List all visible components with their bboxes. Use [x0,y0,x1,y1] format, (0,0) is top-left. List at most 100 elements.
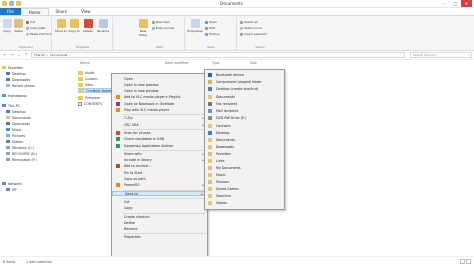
menu-item-include-in-library[interactable]: Include in library▸ [112,158,207,163]
nav-documents[interactable]: Documents [6,115,31,120]
menu-item-properties[interactable]: Properties [112,235,207,240]
file-row-audio[interactable]: Audio [78,70,94,75]
tab-file[interactable]: File [0,8,21,15]
menu-item-create-shortcut[interactable]: Create shortcut [112,214,207,219]
forward-arrow-icon[interactable]: → [9,52,15,58]
file-row-contents[interactable]: CONTENTS [78,101,102,106]
delete-button[interactable]: Delete [82,19,94,33]
column-type[interactable]: Type [212,61,220,65]
send-to-fax-recipient[interactable]: Fax recipient [205,101,284,107]
nav-pictures[interactable]: Pictures [6,133,25,138]
breadcrumb-this-pc[interactable]: This PC [34,53,45,57]
send-to-favorites[interactable]: Favorites [205,151,284,157]
nav-recent-places[interactable]: Recent places [6,83,35,88]
nav-desktop[interactable]: Desktop [6,71,26,76]
column-size[interactable]: Size [250,61,257,65]
send-to-my-documents[interactable]: My Documents [205,165,284,171]
nav-this-pc[interactable]: This PC [2,103,20,108]
new-folder-icon[interactable] [16,1,21,6]
menu-item-kaspersky-application-advisor[interactable]: Kaspersky Application Advisor [112,143,207,148]
menu-item-crc-sha[interactable]: CRC SHA▸ [112,122,207,127]
file-row-firmware[interactable]: Firmware [78,95,100,100]
menu-item-7-zip[interactable]: 7-Zip▸ [112,116,207,121]
rename-button[interactable]: Rename [96,19,110,33]
send-to-documents[interactable]: Documents [205,137,284,143]
nav-homegroup[interactable]: Homegroup [2,93,27,98]
recent-chevron-icon[interactable]: ⌄ [16,52,22,58]
send-to-compressed-zipped-folder[interactable]: Compressed (zipped) folder [205,79,284,85]
send-to-desktop[interactable]: Desktop [205,130,284,136]
open-button[interactable]: Open [205,20,217,24]
send-to-documents[interactable]: Documents [205,94,284,100]
menu-item-open-as-notebook-in-onenote[interactable]: Open as Notebook in OneNote [112,101,207,106]
nav-network[interactable]: Network [2,181,22,186]
new-folder-button[interactable]: New folder [137,19,149,37]
cut-button[interactable]: Cut [26,20,35,24]
menu-item-copy[interactable]: Copy [112,206,207,211]
maximize-button[interactable]: □ [450,0,461,7]
properties-icon[interactable] [9,1,14,6]
copy-path-button[interactable]: Copy path [26,26,45,30]
send-to-videos[interactable]: Videos [205,200,284,206]
column-name[interactable]: Name [80,61,90,65]
menu-item-open[interactable]: Open [112,76,207,81]
send-to-downloads[interactable]: Downloads [205,144,284,150]
send-to-dvd-rw-drive-e[interactable]: DVD RW Drive (E:) [205,115,284,121]
tab-share[interactable]: Share [49,8,75,15]
tab-home[interactable]: Home [20,8,49,15]
send-to-desktop-create-shortcut[interactable]: Desktop (create shortcut) [205,86,284,92]
send-to-searches[interactable]: Searches [205,193,284,199]
menu-item-add-to-archive[interactable]: Add to archive... [112,164,207,169]
history-button[interactable]: History [205,32,220,36]
menu-item-send-to[interactable]: Send to ▸ [112,191,207,197]
nav-drive-d[interactable]: RECOVERY (D:) [6,151,37,156]
breadcrumb-documents[interactable]: Documents [50,53,67,57]
nav-network-hp[interactable]: HP [6,187,16,192]
properties-button[interactable]: Properties [187,19,203,33]
search-input[interactable]: Search Docum... ⌕ [410,52,472,58]
send-to-links[interactable]: Links [205,158,284,164]
menu-item-open-in-new-window[interactable]: Open in new window [112,89,207,94]
file-row-sites[interactable]: Sites [78,82,93,87]
menu-item-delete[interactable]: Delete [112,220,207,225]
send-to-bluetooth-device[interactable]: Bluetooth device [205,72,284,78]
nav-favorites[interactable]: Favorites [2,65,23,70]
menu-item-scan-for-viruses[interactable]: Scan for viruses [112,130,207,135]
details-view-icon[interactable] [460,259,465,264]
menu-item-play-with-vlc-media-player[interactable]: Play with VLC media player [112,108,207,113]
column-date-modified[interactable]: Date modified [165,61,188,65]
minimize-button[interactable]: – [439,0,450,7]
file-row-custom[interactable]: Custom [78,76,98,81]
menu-item-pin-to-start[interactable]: Pin to Start [112,170,207,175]
menu-item-copy-as-path[interactable]: Copy as path [112,177,207,182]
nav-pc-downloads[interactable]: Downloads [6,121,30,126]
paste-button[interactable]: Paste [13,19,24,33]
back-arrow-icon[interactable]: ← [2,52,8,58]
copy-to-button[interactable]: Copy to [68,19,80,33]
menu-item-add-to-vlc-media-player-s-playlist[interactable]: Add to VLC media player's Playlist [112,95,207,100]
menu-item-cut[interactable]: Cut [112,199,207,204]
address-input[interactable]: This PC › Documents › [31,52,405,58]
send-to-contacts[interactable]: Contacts [205,123,284,129]
nav-pc-desktop[interactable]: Desktop [6,109,26,114]
send-to-saved-games[interactable]: Saved Games [205,186,284,192]
move-to-button[interactable]: Move to [55,19,67,33]
select-all-button[interactable]: Select all [240,20,258,24]
nav-downloads[interactable]: Downloads [6,77,30,82]
send-to-music[interactable]: Music [205,172,284,178]
menu-item-open-in-new-process[interactable]: Open in new process [112,82,207,87]
edit-button[interactable]: Edit [205,26,215,30]
paste-shortcut-button[interactable]: Paste shortcut [26,32,52,36]
send-to-mail-recipient[interactable]: Mail recipient [205,108,284,114]
select-none-button[interactable]: Select none [240,26,262,30]
menu-item-rename[interactable]: Rename [112,227,207,232]
nav-drive-c[interactable]: Windows (C:) [6,145,34,150]
large-icons-view-icon[interactable] [466,259,471,264]
nav-videos[interactable]: Videos [6,139,23,144]
menu-item-check-reputation-in-ksn[interactable]: Check reputation in KSN [112,137,207,142]
tab-view[interactable]: View [74,8,98,15]
send-to-pictures[interactable]: Pictures [205,179,284,185]
nav-drive-f[interactable]: Removable (F:) [6,157,37,162]
menu-item-poweriso[interactable]: PowerISO▸ [112,183,207,188]
new-item-button[interactable]: New item [152,20,170,24]
